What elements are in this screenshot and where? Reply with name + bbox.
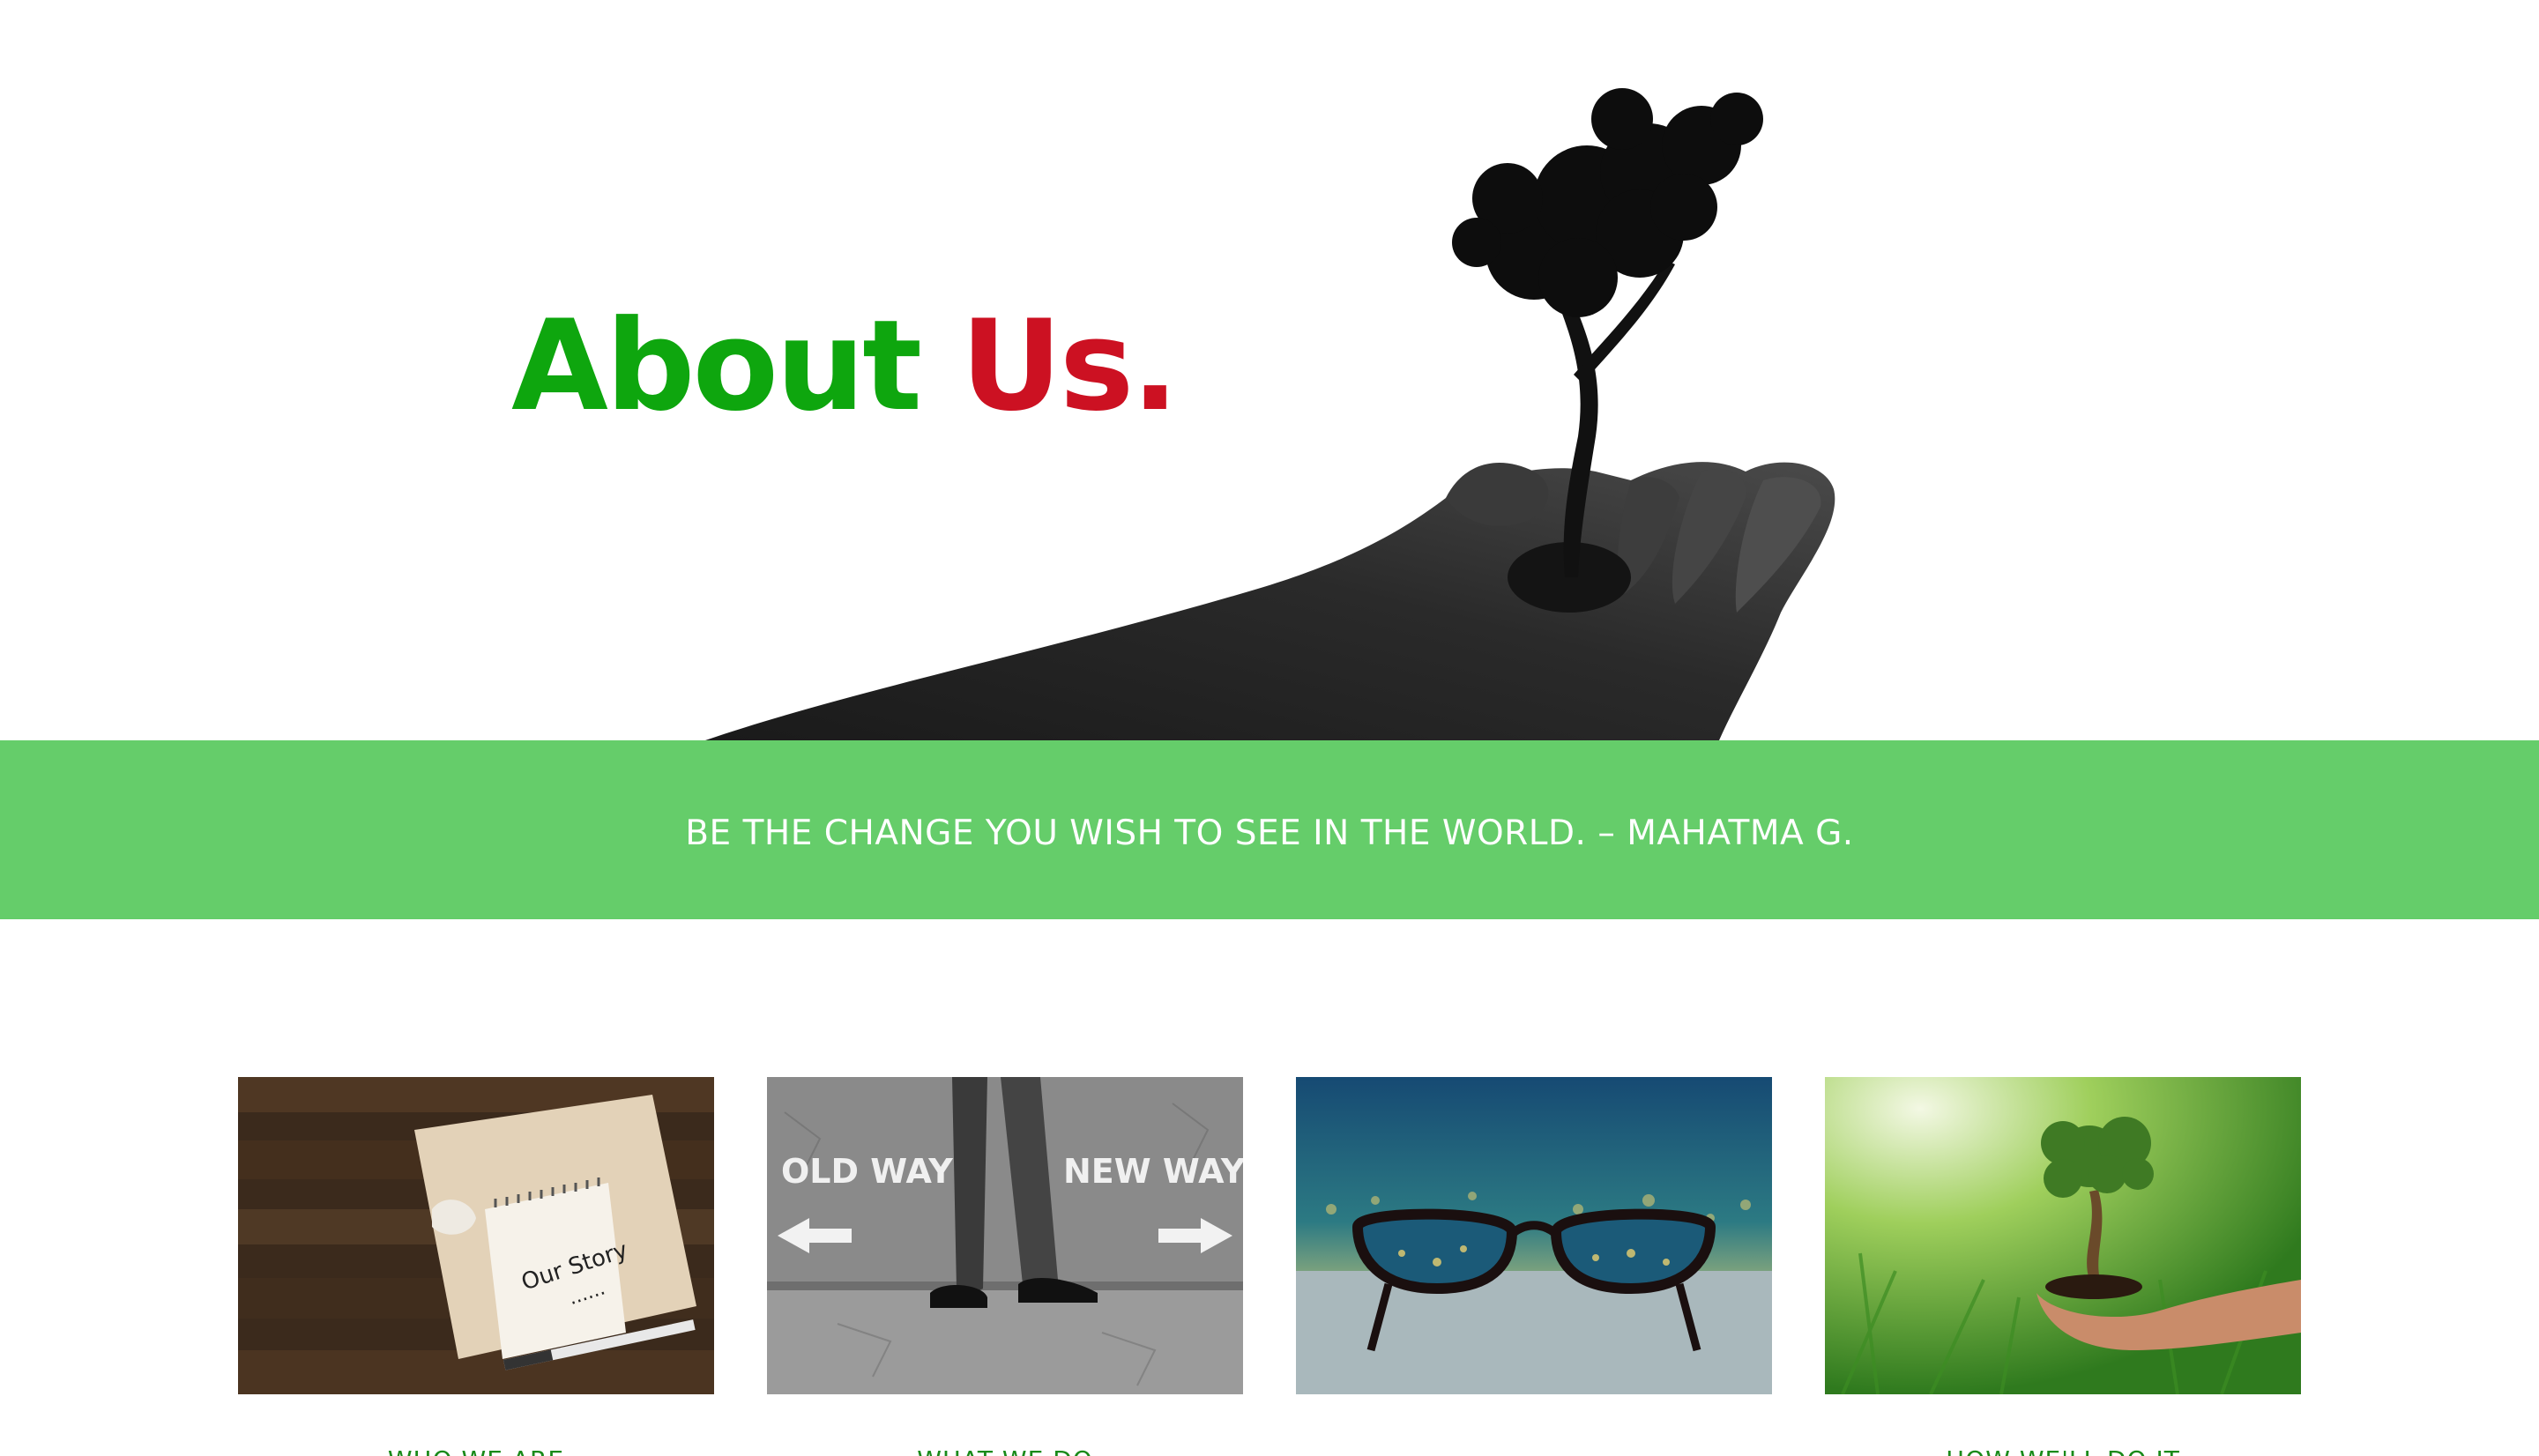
glasses-city-vision-image	[1296, 1077, 1772, 1394]
about-page: About Us. BE THE CHANGE YOU WISH TO SEE …	[0, 0, 2539, 1456]
hand-holding-tree-image	[705, 88, 1835, 740]
old-way-new-way-image: OLD WAY NEW WAY	[767, 1077, 1243, 1394]
our-story-notebook-image: Our Story ......	[238, 1077, 714, 1394]
quote-text: BE THE CHANGE YOU WISH TO SEE IN THE WOR…	[685, 813, 1854, 853]
card-what-we-do[interactable]: OLD WAY NEW WAY WHAT WE DO	[767, 1077, 1243, 1456]
new-way-text: NEW WAY	[1063, 1152, 1243, 1191]
hands-holding-tree-image	[1825, 1077, 2301, 1394]
card-how-we-do-it[interactable]: HOW WE'LL DO IT	[1825, 1077, 2301, 1456]
quote-banner: BE THE CHANGE YOU WISH TO SEE IN THE WOR…	[0, 740, 2539, 919]
card-caption[interactable]: WHAT WE DO	[767, 1445, 1243, 1456]
hero-section: About Us.	[0, 0, 2539, 740]
feature-cards: Our Story ...... WHO WE ARE	[0, 1077, 2539, 1456]
card-who-we-are[interactable]: Our Story ...... WHO WE ARE	[238, 1077, 714, 1456]
card-caption[interactable]: WHO WE ARE	[238, 1445, 714, 1456]
card-caption[interactable]: HOW WE'LL DO IT	[1825, 1445, 2301, 1456]
old-way-text: OLD WAY	[781, 1152, 953, 1191]
card-vision[interactable]	[1296, 1077, 1772, 1456]
